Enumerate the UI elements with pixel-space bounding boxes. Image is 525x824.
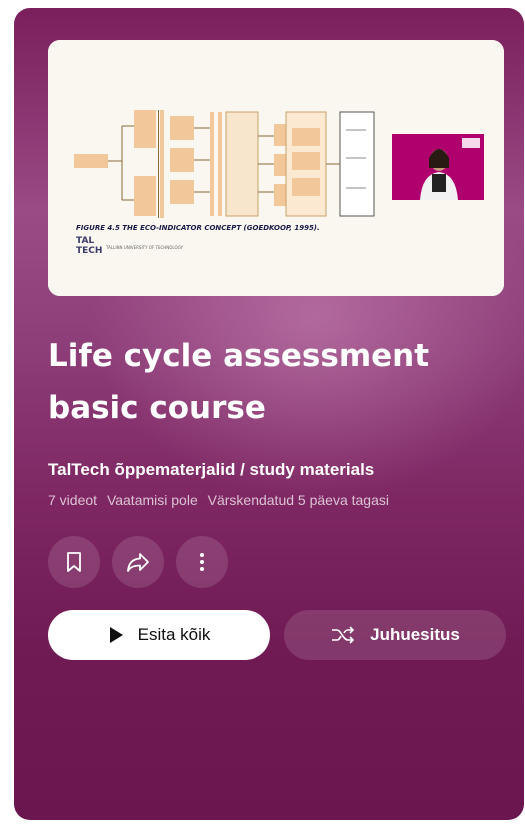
svg-text:TAL: TAL	[76, 236, 94, 246]
play-icon	[109, 627, 123, 643]
figure-caption: FIGURE 4.5 THE ECO-INDICATOR CONCEPT (GO…	[76, 224, 320, 232]
shuffle-icon	[332, 626, 355, 644]
video-count: 7 videot	[48, 492, 98, 508]
more-vert-icon	[200, 553, 204, 571]
shuffle-label: Juhuesitus	[370, 625, 460, 644]
play-all-button[interactable]: Esita kõik	[48, 610, 270, 660]
more-actions-button[interactable]	[176, 536, 228, 588]
updated-date: Värskendatud 5 päeva tagasi	[207, 492, 389, 508]
svg-text:TALLINN UNIVERSITY OF TECHNOLO: TALLINN UNIVERSITY OF TECHNOLOGY	[105, 245, 184, 250]
playlist-title: Life cycle assessment basic course	[48, 338, 430, 426]
thumbnail-lecture-slide: FIGURE 4.5 THE ECO-INDICATOR CONCEPT (GO…	[48, 40, 504, 296]
share-icon	[127, 553, 149, 572]
save-playlist-button[interactable]	[48, 536, 100, 588]
speaker-video-inset	[392, 134, 484, 200]
playlist-thumbnail[interactable]: FIGURE 4.5 THE ECO-INDICATOR CONCEPT (GO…	[48, 40, 504, 296]
playlist-header-card: FIGURE 4.5 THE ECO-INDICATOR CONCEPT (GO…	[14, 8, 524, 820]
view-count: Vaatamisi pole	[106, 492, 198, 508]
share-button[interactable]	[112, 536, 164, 588]
channel-name[interactable]: TalTech õppematerjalid / study materials	[48, 460, 374, 480]
playlist-meta: 7 videot Vaatamisi pole Värskendatud 5 p…	[48, 492, 395, 508]
shuffle-button[interactable]: Juhuesitus	[284, 610, 506, 660]
play-all-label: Esita kõik	[137, 625, 211, 644]
svg-text:TECH: TECH	[76, 246, 102, 256]
bookmark-icon	[67, 552, 81, 572]
